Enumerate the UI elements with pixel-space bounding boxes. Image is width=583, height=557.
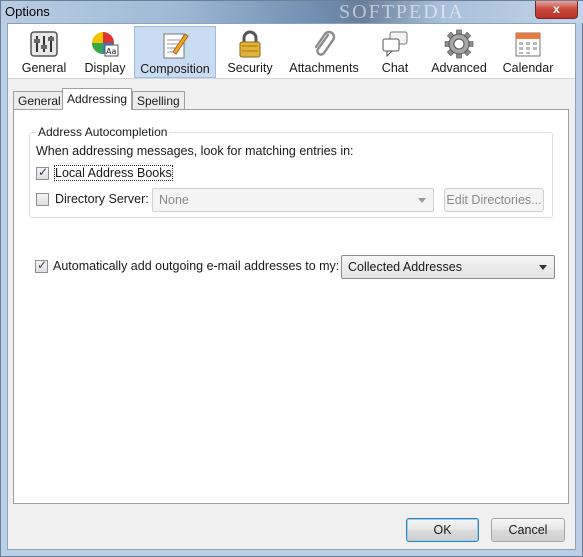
- toolbar-chat[interactable]: Chat: [370, 26, 420, 78]
- color-wheel-icon: Aa: [92, 32, 119, 57]
- toolbar-composition[interactable]: Composition: [134, 26, 216, 78]
- padlock-icon: [239, 30, 261, 58]
- directory-server-value: None: [159, 193, 189, 207]
- pencil-note-icon: [163, 33, 189, 59]
- auto-add-checkbox[interactable]: [35, 258, 48, 273]
- category-toolbar: General Aa Display Composition Security …: [8, 24, 575, 79]
- auto-add-selected-value: Collected Addresses: [348, 260, 462, 274]
- group-title: Address Autocompletion: [36, 125, 170, 139]
- options-window: Options SOFTPEDIA x General Aa Display C…: [0, 0, 583, 557]
- tab-addressing[interactable]: Addressing: [62, 88, 133, 110]
- paperclip-icon: [314, 30, 336, 56]
- toolbar-label: Display: [84, 61, 126, 75]
- chevron-down-icon: [418, 198, 426, 203]
- toolbar-label: Security: [227, 61, 273, 75]
- toolbar-label: Attachments: [289, 61, 359, 75]
- close-button[interactable]: x: [535, 1, 578, 19]
- local-address-books-checkbox[interactable]: [36, 165, 49, 180]
- svg-text:Aa: Aa: [106, 47, 116, 56]
- local-address-books-label[interactable]: Local Address Books: [54, 165, 173, 181]
- tab-general[interactable]: General: [13, 91, 66, 110]
- gear-icon: [444, 29, 474, 59]
- calendar-icon: [515, 32, 541, 57]
- directory-server-checkbox[interactable]: [36, 193, 49, 206]
- toolbar-advanced[interactable]: Advanced: [426, 26, 492, 78]
- auto-add-label[interactable]: Automatically add outgoing e-mail addres…: [53, 259, 339, 273]
- toolbar-calendar[interactable]: Calendar: [498, 26, 558, 78]
- speech-bubbles-icon: [382, 31, 408, 58]
- toolbar-label: Advanced: [431, 61, 487, 75]
- toolbar-security[interactable]: Security: [222, 26, 278, 78]
- edit-directories-button[interactable]: Edit Directories...: [444, 188, 544, 212]
- chevron-down-icon: [539, 265, 547, 270]
- toolbar-general[interactable]: General: [16, 26, 72, 78]
- tab-spelling[interactable]: Spelling: [132, 91, 185, 110]
- toolbar-display[interactable]: Aa Display: [78, 26, 132, 78]
- toolbar-label: Composition: [140, 62, 210, 76]
- toolbar-label: General: [21, 61, 67, 75]
- autocompletion-description: When addressing messages, look for match…: [36, 144, 354, 158]
- watermark: SOFTPEDIA: [339, 1, 465, 23]
- sliders-icon: [30, 31, 58, 57]
- toolbar-label: Chat: [381, 61, 409, 75]
- addressing-panel: Address Autocompletion When addressing m…: [13, 109, 569, 504]
- auto-add-address-book-select[interactable]: Collected Addresses: [341, 255, 555, 279]
- toolbar-label: Calendar: [502, 61, 554, 75]
- directory-server-select[interactable]: None: [152, 188, 434, 212]
- dialog-client-area: General Aa Display Composition Security …: [7, 23, 576, 550]
- toolbar-attachments[interactable]: Attachments: [284, 26, 364, 78]
- cancel-button[interactable]: Cancel: [491, 518, 565, 542]
- directory-server-label[interactable]: Directory Server:: [55, 192, 149, 206]
- ok-button[interactable]: OK: [406, 518, 479, 542]
- address-autocompletion-group: Address Autocompletion When addressing m…: [29, 125, 553, 218]
- window-title: Options: [5, 4, 50, 19]
- title-bar[interactable]: Options SOFTPEDIA x: [1, 1, 583, 23]
